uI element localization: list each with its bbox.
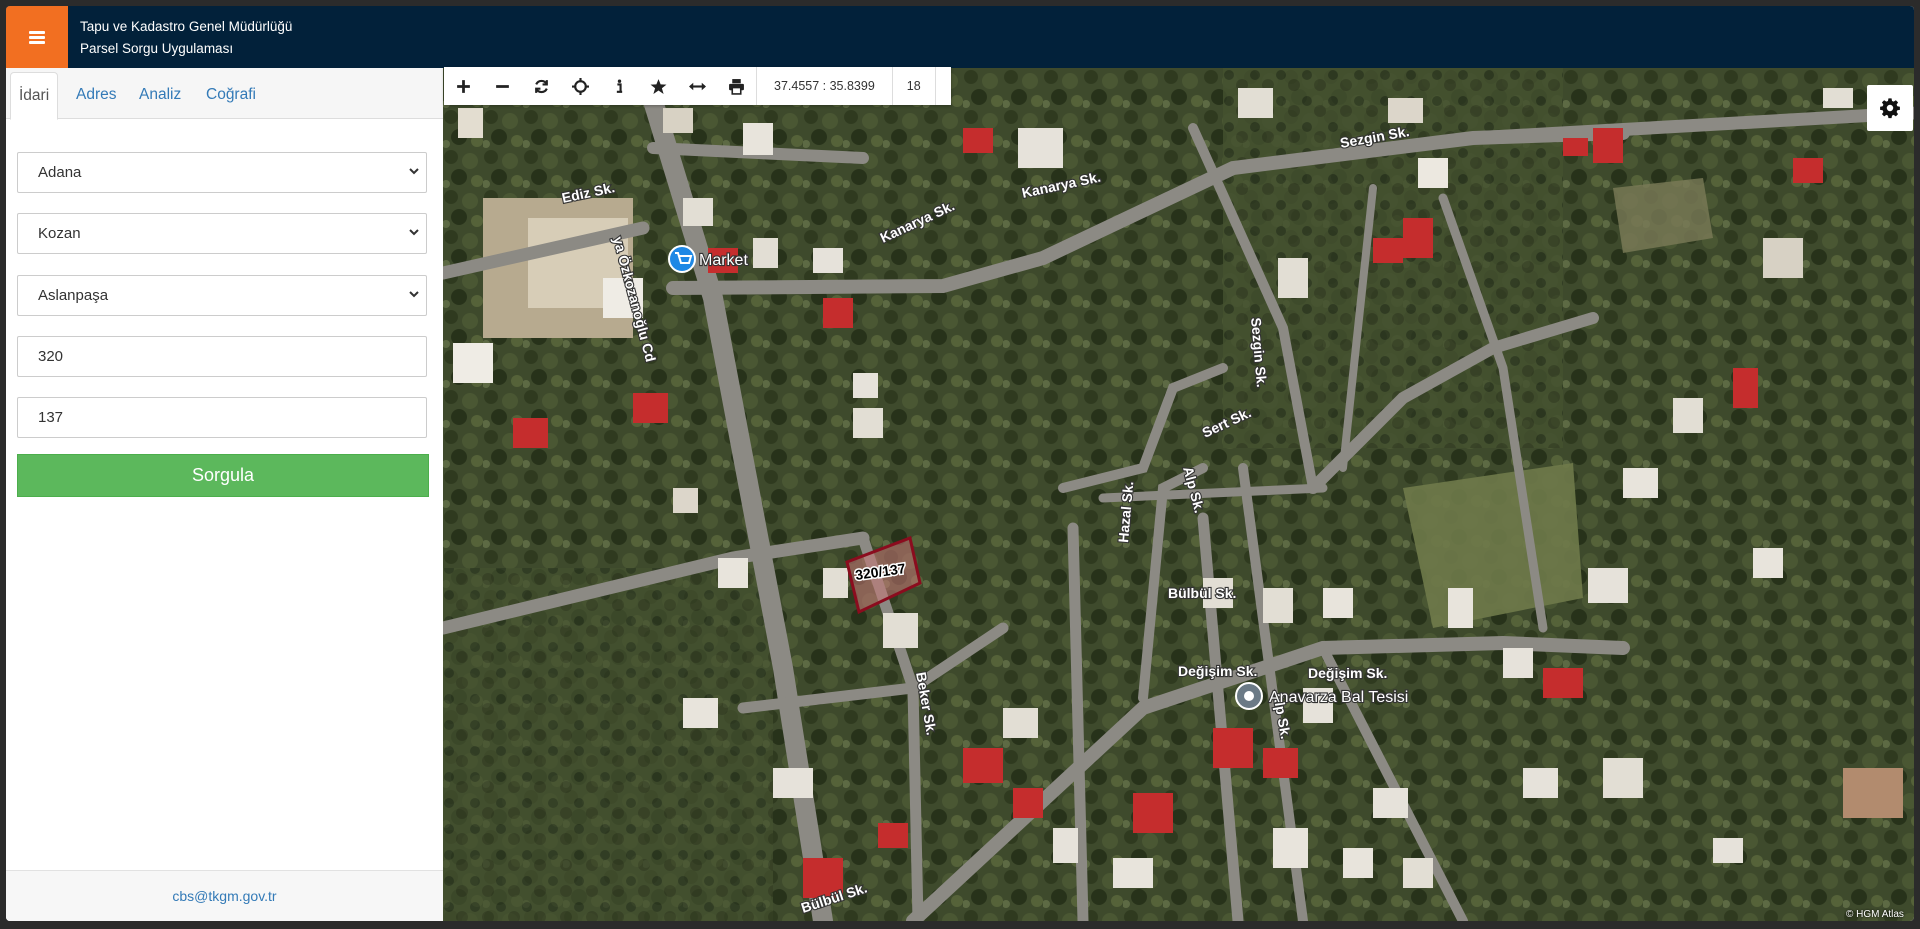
poi-label: Anavarza Bal Tesisi <box>1269 689 1408 706</box>
locate-button[interactable] <box>561 67 600 105</box>
zoom-out-icon <box>496 84 509 88</box>
district-value: Kozan <box>38 225 81 242</box>
print-icon <box>729 78 744 95</box>
app-title-line2: Parsel Sorgu Uygulaması <box>80 41 234 56</box>
star-icon <box>650 78 667 94</box>
menu-button[interactable] <box>6 6 68 68</box>
street-label: Bülbül Sk. <box>1168 585 1236 601</box>
info-button[interactable] <box>600 67 639 105</box>
tab-bar: İdari Adres Analiz Coğrafi <box>6 68 443 120</box>
block-number-input[interactable]: 320 <box>17 336 427 377</box>
contact-email-link[interactable]: cbs@tkgm.gov.tr <box>6 870 443 921</box>
measure-icon <box>689 82 706 90</box>
zoom-level: 18 <box>891 67 936 105</box>
street-label: Değişim Sk. <box>1178 663 1257 679</box>
chevron-down-icon <box>409 168 419 175</box>
province-select[interactable]: Adana <box>17 152 427 193</box>
favorite-button[interactable] <box>639 67 678 105</box>
street-label: Değişim Sk. <box>1308 665 1387 681</box>
header-bar: Tapu ve Kadastro Genel Müdürlüğü Parsel … <box>6 6 1914 68</box>
gear-icon <box>1880 98 1900 119</box>
app-window: Tapu ve Kadastro Genel Müdürlüğü Parsel … <box>6 6 1914 921</box>
tab-cografi[interactable]: Coğrafi <box>198 72 264 118</box>
settings-button[interactable] <box>1867 85 1913 131</box>
poi-label: Market <box>699 252 748 269</box>
zoom-in-button[interactable] <box>444 67 483 105</box>
tab-idari[interactable]: İdari <box>10 72 59 120</box>
tab-analiz[interactable]: Analiz <box>131 72 189 118</box>
chevron-down-icon <box>409 229 419 236</box>
refresh-icon <box>535 79 548 93</box>
refresh-button[interactable] <box>522 67 561 105</box>
app-title: Tapu ve Kadastro Genel Müdürlüğü Parsel … <box>80 16 292 60</box>
coordinate-readout: 37.4557 : 35.8399 <box>756 67 892 105</box>
district-select[interactable]: Kozan <box>17 213 427 254</box>
satellite-map[interactable]: Ediz Sk. ya Özkozanoğlu Cd Kanarya Sk. K… <box>443 68 1914 921</box>
neighborhood-value: Aslanpaşa <box>38 287 109 304</box>
map-attribution[interactable]: © HGM Atlas <box>1846 909 1904 920</box>
tab-adres[interactable]: Adres <box>68 72 125 118</box>
locate-icon <box>572 77 589 95</box>
map-view[interactable]: Ediz Sk. ya Özkozanoğlu Cd Kanarya Sk. K… <box>443 68 1914 921</box>
print-button[interactable] <box>717 67 756 105</box>
menu-icon <box>29 29 45 46</box>
query-button[interactable]: Sorgula <box>17 454 429 497</box>
measure-button[interactable] <box>678 67 717 105</box>
parcel-number-input[interactable]: 137 <box>17 397 427 438</box>
zoom-in-icon <box>457 79 470 93</box>
pin-icon <box>1244 691 1254 701</box>
info-icon <box>616 78 623 93</box>
zoom-out-button[interactable] <box>483 67 522 105</box>
app-title-line1: Tapu ve Kadastro Genel Müdürlüğü <box>80 19 293 34</box>
chevron-down-icon <box>409 291 419 298</box>
province-value: Adana <box>38 164 82 181</box>
query-panel: İdari Adres Analiz Coğrafi Adana Kozan A… <box>6 68 444 921</box>
neighborhood-select[interactable]: Aslanpaşa <box>17 275 427 316</box>
map-toolbar: 37.4557 : 35.8399 18 <box>444 67 951 105</box>
